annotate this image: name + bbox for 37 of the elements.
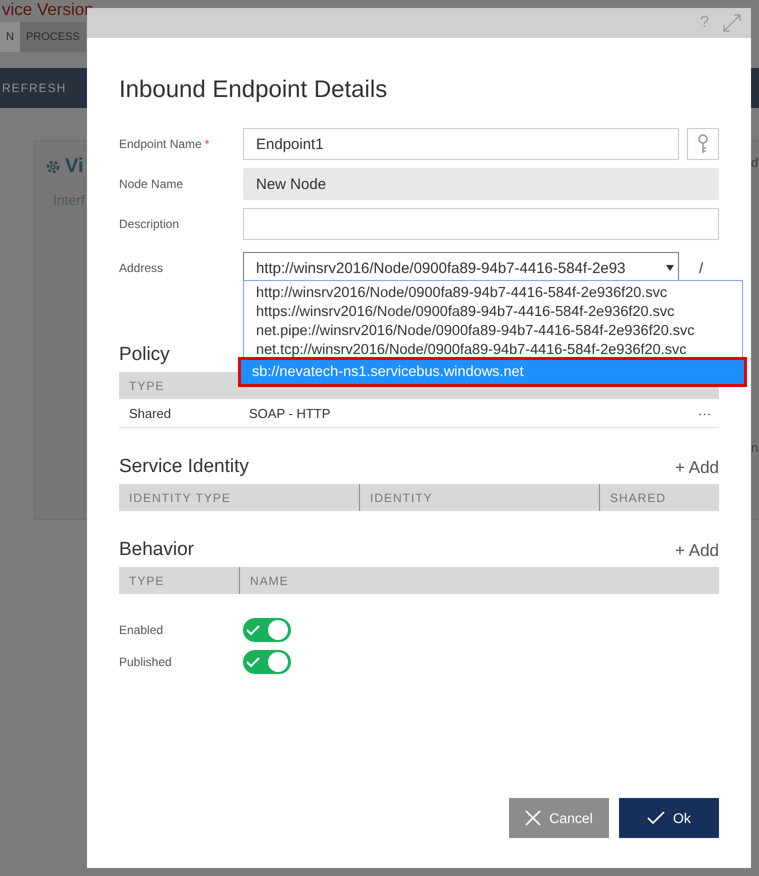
section-title: Policy xyxy=(119,344,170,366)
table-cell-text: Shared xyxy=(128,406,172,420)
field-label: Address xyxy=(119,261,164,275)
caret-icon xyxy=(666,265,674,271)
text-area[interactable] xyxy=(243,208,719,240)
refresh-button[interactable]: REFRESH xyxy=(2,81,66,95)
field-label: Endpoint Name * xyxy=(119,137,210,151)
add-button[interactable]: + Add xyxy=(675,541,719,561)
key-button[interactable] xyxy=(687,128,719,160)
check-icon xyxy=(246,624,260,636)
edge-text: n xyxy=(751,440,758,455)
input-field[interactable]: Endpoint1 xyxy=(243,128,679,160)
path-separator: / xyxy=(699,260,704,276)
section-title: Behavior xyxy=(119,539,194,561)
ok-button[interactable]: Ok xyxy=(619,798,719,838)
check-icon xyxy=(246,656,260,668)
panel-title: Vi xyxy=(65,155,84,178)
key-icon xyxy=(697,134,709,154)
table-cell-text: SOAP - HTTP xyxy=(248,406,332,420)
more-button[interactable]: ··· xyxy=(690,406,719,420)
check-icon xyxy=(647,811,666,825)
tab[interactable]: N xyxy=(0,22,20,52)
section-title: Service Identity xyxy=(119,456,249,478)
toggle-switch[interactable] xyxy=(243,650,291,674)
close-icon xyxy=(525,810,542,826)
expand-icon[interactable] xyxy=(723,14,741,32)
add-button[interactable]: + Add xyxy=(675,458,719,478)
table-header: IDENTITY TYPE IDENTITY SHARED xyxy=(119,484,719,511)
table-header: TYPE NAME xyxy=(119,567,719,594)
switch-label: Published xyxy=(119,655,173,669)
dialog-title: Inbound Endpoint Details xyxy=(119,76,388,104)
toggle-switch[interactable] xyxy=(243,618,291,642)
switch-label: Enabled xyxy=(119,623,164,637)
edge-text: d xyxy=(751,155,758,170)
gear-icon xyxy=(45,158,61,174)
field-label: Node Name xyxy=(119,177,184,191)
field-label: Description xyxy=(119,217,180,231)
